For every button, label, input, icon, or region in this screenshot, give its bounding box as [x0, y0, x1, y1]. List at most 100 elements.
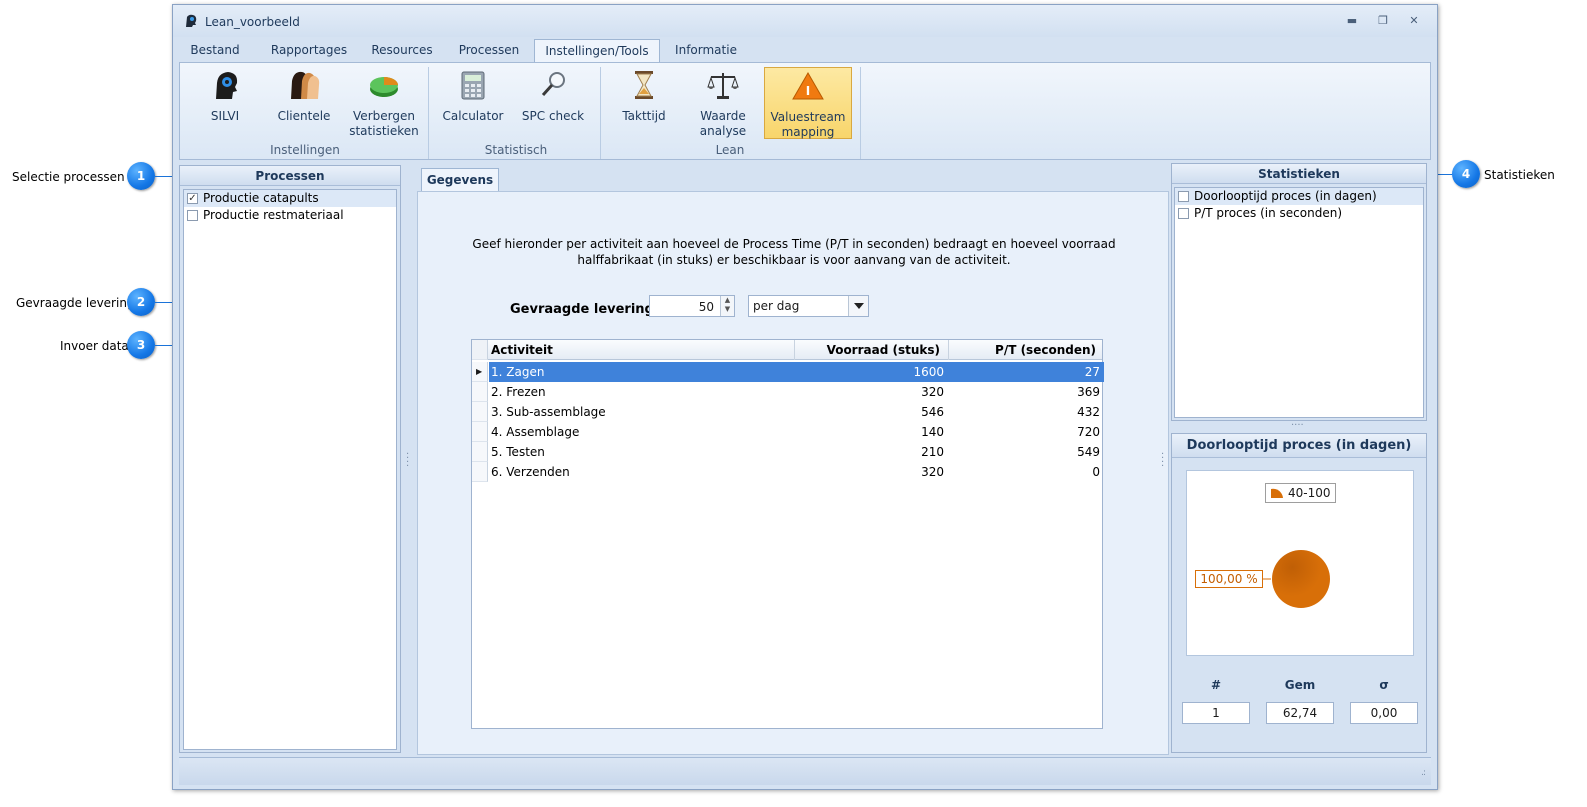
- waarde-analyse-button[interactable]: Waarde analyse: [690, 67, 756, 139]
- grid-header-row: Activiteit Voorraad (stuks) P/T (seconde…: [472, 340, 1102, 360]
- app-logo-icon: [186, 14, 197, 27]
- valuestream-label-line1: Valuestream: [770, 110, 846, 124]
- period-select[interactable]: per dag: [748, 295, 869, 317]
- verbergen-statistieken-button[interactable]: Verbergen statistieken: [348, 67, 420, 139]
- cell-pt[interactable]: 549: [948, 442, 1100, 462]
- cell-voorraad[interactable]: 546: [794, 402, 944, 422]
- process-item-productie-catapults[interactable]: ✓ Productie catapults: [184, 190, 396, 207]
- callout-number: 3: [127, 331, 155, 359]
- cell-activiteit[interactable]: 3. Sub-assemblage: [491, 402, 791, 422]
- stat-count: # 1: [1182, 678, 1250, 724]
- column-header-pt[interactable]: P/T (seconden): [948, 340, 1100, 360]
- row-indicator-icon: ▶: [472, 362, 488, 382]
- pie-chart: 40-100 100,00 %: [1186, 470, 1414, 656]
- cell-voorraad[interactable]: 210: [794, 442, 944, 462]
- tab-processen[interactable]: Processen: [449, 39, 529, 63]
- hourglass-icon: [635, 71, 653, 99]
- tab-rapportages[interactable]: Rapportages: [259, 39, 359, 63]
- calculator-button[interactable]: Calculator: [440, 67, 506, 139]
- column-header-voorraad[interactable]: Voorraad (stuks): [794, 340, 944, 360]
- callout-label: Gevraagde levering: [16, 296, 135, 310]
- chart-panel-title: Doorlooptijd proces (in dagen): [1172, 434, 1426, 458]
- table-row[interactable]: 4. Assemblage 140 720: [472, 422, 1102, 442]
- group-label-instellingen: Instellingen: [270, 143, 340, 157]
- tab-gegevens[interactable]: Gegevens: [421, 168, 499, 192]
- process-checkbox[interactable]: [187, 210, 198, 221]
- stat-item-label: P/T proces (in seconden): [1194, 206, 1343, 220]
- calculator-icon: [461, 71, 485, 100]
- cell-activiteit[interactable]: 6. Verzenden: [491, 462, 791, 482]
- tab-instellingen-tools[interactable]: Instellingen/Tools: [534, 39, 660, 63]
- row-header: [472, 402, 488, 422]
- levering-spinner[interactable]: 50 ▲ ▼: [649, 295, 735, 317]
- clientele-label: Clientele: [277, 109, 331, 123]
- silvi-label: SILVI: [210, 109, 240, 123]
- levering-label: Gevraagde levering: [510, 302, 654, 317]
- table-row[interactable]: 3. Sub-assemblage 546 432: [472, 402, 1102, 422]
- cell-pt[interactable]: 720: [948, 422, 1100, 442]
- table-row[interactable]: 5. Testen 210 549: [472, 442, 1102, 462]
- cell-activiteit[interactable]: 4. Assemblage: [491, 422, 791, 442]
- process-checkbox-checked[interactable]: ✓: [187, 193, 198, 204]
- cell-pt[interactable]: 369: [948, 382, 1100, 402]
- cell-pt[interactable]: 27: [948, 362, 1100, 382]
- cell-pt[interactable]: 0: [948, 462, 1100, 482]
- svg-text:I: I: [806, 84, 810, 98]
- table-row[interactable]: ▶ 1. Zagen 1600 27: [472, 362, 1104, 382]
- minimize-button[interactable]: ▬: [1345, 14, 1359, 28]
- callout-number: 4: [1452, 160, 1480, 188]
- spc-check-button[interactable]: SPC check: [518, 67, 588, 139]
- spinner-buttons[interactable]: ▲ ▼: [720, 296, 734, 316]
- clientele-button[interactable]: Clientele: [274, 67, 334, 139]
- cell-activiteit[interactable]: 2. Frezen: [491, 382, 791, 402]
- restore-button[interactable]: ❐: [1376, 14, 1390, 28]
- close-button[interactable]: ✕: [1407, 14, 1421, 28]
- chevron-down-icon[interactable]: [848, 296, 868, 316]
- cell-voorraad[interactable]: 320: [794, 382, 944, 402]
- statistieken-list[interactable]: Doorlooptijd proces (in dagen) P/T proce…: [1174, 187, 1424, 418]
- spin-up-icon[interactable]: ▲: [721, 296, 734, 305]
- statistieken-panel: Statistieken Doorlooptijd proces (in dag…: [1171, 163, 1427, 421]
- process-item-productie-restmateriaal[interactable]: Productie restmateriaal: [184, 207, 396, 224]
- table-row[interactable]: 2. Frezen 320 369: [472, 382, 1102, 402]
- processen-panel: Processen ✓ Productie catapults Producti…: [179, 165, 401, 753]
- ribbon-separator: [428, 67, 429, 159]
- calculator-label: Calculator: [442, 109, 504, 123]
- tab-resources[interactable]: Resources: [365, 39, 439, 63]
- stat-checkbox[interactable]: [1178, 208, 1189, 219]
- title-bar[interactable]: Lean_voorbeeld ▬ ❐ ✕: [173, 5, 1437, 37]
- ribbon-tabs: Bestand Rapportages Resources Processen …: [179, 39, 1431, 63]
- stat-item-pt[interactable]: P/T proces (in seconden): [1175, 205, 1423, 222]
- spin-down-icon[interactable]: ▼: [721, 305, 734, 314]
- cell-pt[interactable]: 432: [948, 402, 1100, 422]
- gegevens-content: Geef hieronder per activiteit aan hoevee…: [417, 191, 1169, 755]
- stat-checkbox[interactable]: [1178, 191, 1189, 202]
- process-item-label: Productie restmateriaal: [203, 208, 344, 222]
- cell-voorraad[interactable]: 320: [794, 462, 944, 482]
- pie-slice: [1272, 550, 1330, 608]
- statistieken-title: Statistieken: [1172, 164, 1426, 184]
- verbergen-label-line1: Verbergen: [353, 109, 415, 123]
- column-header-activiteit[interactable]: Activiteit: [491, 340, 791, 360]
- stat-item-doorlooptijd[interactable]: Doorlooptijd proces (in dagen): [1175, 188, 1423, 205]
- row-header: [472, 422, 488, 442]
- resize-grip-icon[interactable]: .:: [1421, 768, 1426, 778]
- takttijd-button[interactable]: Takttijd: [614, 67, 674, 139]
- cell-voorraad[interactable]: 140: [794, 422, 944, 442]
- pie-svg: [1263, 550, 1330, 608]
- tab-bestand[interactable]: Bestand: [179, 39, 251, 63]
- stat-sigma: σ 0,00: [1350, 678, 1418, 724]
- cell-activiteit[interactable]: 5. Testen: [491, 442, 791, 462]
- cell-activiteit[interactable]: 1. Zagen: [491, 362, 791, 382]
- left-splitter-handle[interactable]: · · · ·: [406, 450, 409, 472]
- right-splitter-handle[interactable]: · · · ·: [1161, 450, 1164, 472]
- levering-value[interactable]: 50: [699, 300, 714, 314]
- silvi-button[interactable]: SILVI: [196, 67, 254, 139]
- table-row[interactable]: 6. Verzenden 320 0: [472, 462, 1102, 482]
- cell-voorraad[interactable]: 1600: [794, 362, 944, 382]
- activity-grid[interactable]: Activiteit Voorraad (stuks) P/T (seconde…: [471, 339, 1104, 729]
- horizontal-splitter-handle[interactable]: ····: [1291, 421, 1304, 431]
- valuestream-mapping-button[interactable]: I Valuestream mapping: [764, 67, 852, 139]
- processen-list[interactable]: ✓ Productie catapults Productie restmate…: [183, 189, 397, 750]
- tab-informatie[interactable]: Informatie: [668, 39, 744, 63]
